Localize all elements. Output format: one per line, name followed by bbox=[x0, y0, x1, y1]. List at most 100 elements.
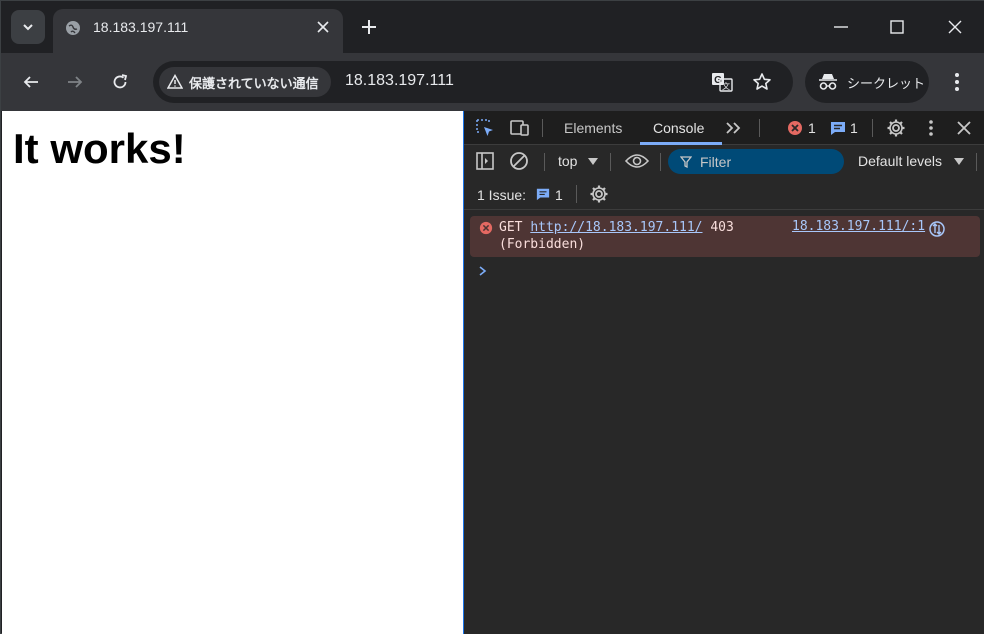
devtools-close-button[interactable] bbox=[953, 118, 975, 138]
security-label: 保護されていない通信 bbox=[189, 76, 319, 92]
sidebar-toggle-button[interactable] bbox=[474, 151, 496, 171]
request-url-link[interactable]: http://18.183.197.111/ bbox=[530, 220, 702, 235]
translate-icon: G文 bbox=[712, 73, 733, 92]
divider bbox=[576, 185, 577, 203]
url-text[interactable]: 18.183.197.111 bbox=[345, 72, 454, 90]
filter-icon bbox=[680, 155, 692, 168]
chevron-double-right-icon bbox=[726, 122, 741, 134]
devtools-tab-bar: Elements Console 1 1 bbox=[464, 111, 984, 145]
address-bar[interactable]: 保護されていない通信 18.183.197.111 G文 bbox=[153, 61, 793, 103]
tab-close-button[interactable] bbox=[313, 17, 333, 37]
svg-text:文: 文 bbox=[722, 81, 730, 91]
bookmark-button[interactable] bbox=[751, 71, 773, 93]
request-method: GET bbox=[499, 220, 523, 235]
arrow-left-icon bbox=[23, 76, 38, 88]
caret-down-icon bbox=[954, 158, 964, 165]
status-text: (Forbidden) bbox=[499, 237, 586, 252]
minimize-button[interactable] bbox=[821, 11, 861, 43]
divider bbox=[544, 153, 545, 171]
tab-title: 18.183.197.111 bbox=[93, 19, 189, 35]
page-heading: It works! bbox=[13, 125, 186, 172]
tab-console[interactable]: Console bbox=[653, 120, 704, 136]
devtools-menu-button[interactable] bbox=[920, 118, 942, 138]
window-close-button[interactable] bbox=[935, 11, 975, 43]
message-counter-icon-wrap[interactable] bbox=[827, 118, 849, 138]
inspect-icon bbox=[476, 119, 493, 136]
inspect-element-button[interactable] bbox=[474, 118, 496, 138]
warning-icon bbox=[167, 74, 183, 89]
browser-menu-button[interactable] bbox=[945, 69, 969, 95]
devtools-panel: Elements Console 1 1 top Filter Default … bbox=[463, 111, 984, 634]
block-icon bbox=[510, 152, 528, 170]
issues-bar: 1 Issue: 1 bbox=[464, 178, 984, 210]
chevron-down-icon bbox=[23, 24, 33, 31]
maximize-icon bbox=[890, 20, 904, 34]
divider bbox=[660, 153, 661, 171]
source-link[interactable]: 18.183.197.111/:1 bbox=[792, 219, 925, 234]
issues-count[interactable]: 1 bbox=[555, 187, 563, 203]
close-icon bbox=[957, 121, 971, 135]
translate-button[interactable]: G文 bbox=[711, 71, 733, 93]
incognito-chip[interactable]: シークレット bbox=[805, 61, 929, 103]
log-levels-dropdown[interactable]: Default levels bbox=[858, 153, 942, 169]
context-selector[interactable]: top bbox=[558, 153, 577, 169]
globe-icon bbox=[66, 21, 80, 35]
close-icon bbox=[317, 21, 329, 33]
error-text: GET http://18.183.197.111/ 403 (Forbidde… bbox=[499, 219, 734, 253]
status-code: 403 bbox=[710, 220, 734, 235]
device-icon bbox=[510, 120, 529, 136]
network-request-icon[interactable] bbox=[928, 220, 946, 238]
maximize-button[interactable] bbox=[877, 11, 917, 43]
devtools-settings-button[interactable] bbox=[885, 118, 907, 138]
star-icon bbox=[753, 73, 771, 90]
more-vert-icon bbox=[955, 73, 959, 91]
divider bbox=[542, 119, 543, 137]
caret-down-icon bbox=[588, 158, 598, 165]
error-count[interactable]: 1 bbox=[808, 120, 816, 136]
security-chip[interactable]: 保護されていない通信 bbox=[159, 67, 331, 97]
minimize-icon bbox=[834, 26, 848, 28]
tab-search-button[interactable] bbox=[11, 10, 45, 44]
console-error-message[interactable]: GET http://18.183.197.111/ 403 (Forbidde… bbox=[470, 216, 980, 257]
clear-console-button[interactable] bbox=[508, 151, 530, 171]
gear-icon bbox=[887, 119, 905, 137]
browser-tab[interactable]: 18.183.197.111 bbox=[53, 9, 343, 53]
divider bbox=[976, 153, 977, 171]
divider bbox=[610, 153, 611, 171]
live-expression-button[interactable] bbox=[624, 151, 650, 171]
more-tabs-button[interactable] bbox=[722, 118, 744, 138]
browser-window: 18.183.197.111 保護されていない通信 18.183.197.111… bbox=[0, 0, 984, 634]
console-toolbar: top Filter Default levels bbox=[464, 145, 984, 178]
filter-placeholder: Filter bbox=[700, 153, 732, 170]
console-settings-button[interactable] bbox=[588, 184, 610, 204]
incognito-label: シークレット bbox=[847, 76, 926, 92]
back-button[interactable] bbox=[16, 67, 46, 97]
message-count[interactable]: 1 bbox=[850, 120, 858, 136]
sidebar-icon bbox=[476, 152, 494, 170]
tab-strip: 18.183.197.111 bbox=[1, 1, 984, 53]
tab-elements[interactable]: Elements bbox=[564, 120, 622, 136]
issues-label[interactable]: 1 Issue: bbox=[477, 187, 526, 203]
plus-icon bbox=[362, 20, 376, 34]
browser-toolbar: 保護されていない通信 18.183.197.111 G文 シークレット bbox=[1, 53, 984, 111]
eye-icon bbox=[625, 154, 649, 168]
device-toolbar-button[interactable] bbox=[509, 118, 531, 138]
chevron-right-icon bbox=[479, 266, 487, 276]
error-icon bbox=[788, 121, 802, 135]
reload-icon bbox=[113, 74, 128, 89]
divider bbox=[872, 119, 873, 137]
forward-button[interactable] bbox=[60, 67, 90, 97]
console-prompt[interactable] bbox=[478, 263, 488, 281]
error-counter-icon-wrap[interactable] bbox=[784, 118, 806, 138]
svg-text:G: G bbox=[714, 75, 722, 86]
close-icon bbox=[948, 20, 962, 34]
incognito-icon bbox=[819, 74, 837, 90]
divider bbox=[759, 119, 760, 137]
error-icon bbox=[479, 221, 493, 235]
filter-input[interactable]: Filter bbox=[668, 149, 844, 174]
message-icon bbox=[536, 188, 550, 201]
message-icon bbox=[831, 122, 845, 135]
reload-button[interactable] bbox=[105, 67, 135, 97]
new-tab-button[interactable] bbox=[357, 15, 381, 39]
gear-icon bbox=[590, 185, 608, 203]
